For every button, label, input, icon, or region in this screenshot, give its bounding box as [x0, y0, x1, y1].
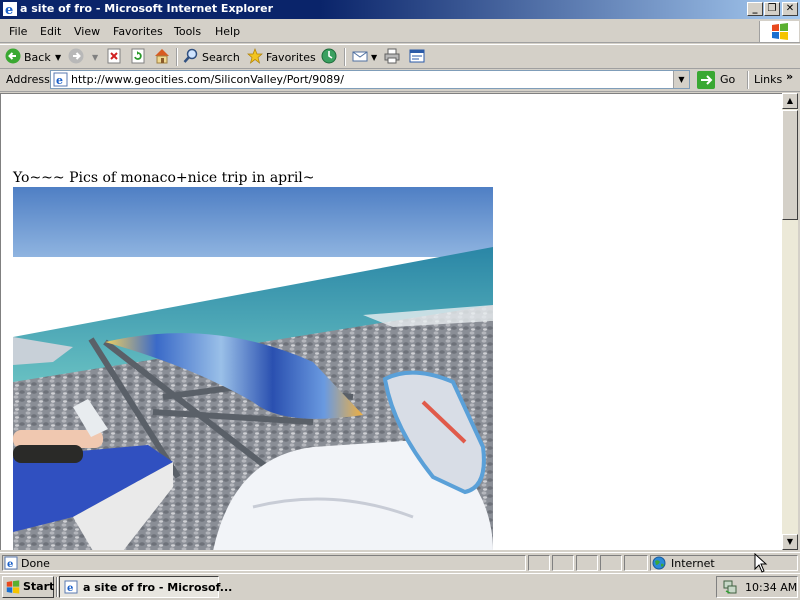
start-button[interactable]: Start [2, 576, 54, 598]
address-input[interactable]: e http://www.geocities.com/SiliconValley… [50, 70, 690, 89]
status-panel [552, 555, 574, 571]
globe-icon [652, 556, 666, 570]
address-label: Address [6, 73, 50, 86]
status-panel [576, 555, 598, 571]
standard-toolbar: Back ▼ ▼ Search Favorites ▼ [0, 44, 800, 69]
start-label: Start [23, 580, 55, 593]
status-panel [624, 555, 648, 571]
menu-file[interactable]: File [9, 25, 27, 38]
mail-icon[interactable] [352, 48, 368, 64]
zone-panel: Internet [650, 555, 798, 571]
address-dropdown-icon[interactable]: ▼ [673, 71, 689, 88]
status-panel [600, 555, 622, 571]
home-icon[interactable] [154, 48, 170, 64]
page-icon: e [53, 72, 68, 87]
windows-flag-icon [6, 580, 20, 594]
go-arrow-icon[interactable] [697, 71, 715, 89]
page-content: Yo~~~ Pics of monaco+nice trip in april~ [0, 93, 782, 550]
menu-view[interactable]: View [74, 25, 100, 38]
close-button[interactable]: ✕ [782, 2, 798, 16]
history-icon[interactable] [321, 48, 337, 64]
windows-flag-icon [772, 23, 788, 40]
go-button[interactable]: Go [720, 73, 735, 86]
status-bar: e Done Internet [0, 552, 800, 572]
menu-bar: File Edit View Favorites Tools Help [0, 20, 800, 43]
status-panel: e Done [2, 555, 526, 571]
address-bar: Address e http://www.geocities.com/Silic… [0, 69, 800, 92]
forward-dropdown-icon[interactable]: ▼ [92, 53, 98, 62]
links-chevron-icon[interactable]: » [786, 70, 793, 83]
taskbar-window-label: a site of fro - Microsof... [83, 581, 233, 594]
search-button[interactable]: Search [202, 51, 240, 64]
taskbar-separator [56, 577, 58, 597]
page-done-icon: e [4, 556, 18, 570]
svg-text:e: e [5, 3, 13, 16]
mouse-cursor-icon [754, 553, 768, 573]
links-button[interactable]: Links [754, 73, 782, 86]
menu-favorites[interactable]: Favorites [113, 25, 163, 38]
favorites-button[interactable]: Favorites [266, 51, 316, 64]
back-arrow-icon[interactable] [5, 48, 21, 64]
scroll-down-button[interactable]: ▼ [782, 534, 798, 550]
scroll-thumb[interactable] [782, 110, 798, 220]
svg-text:e: e [7, 559, 13, 570]
menu-tools[interactable]: Tools [174, 25, 201, 38]
toolbar-separator [747, 71, 749, 89]
favorites-star-icon[interactable] [247, 48, 263, 64]
status-text: Done [21, 557, 50, 570]
svg-text:e: e [67, 583, 73, 594]
back-button[interactable]: Back [24, 51, 51, 64]
refresh-icon[interactable] [130, 48, 146, 64]
page-heading-text: Yo~~~ Pics of monaco+nice trip in april~ [13, 170, 315, 186]
clock: 10:34 AM [745, 581, 798, 594]
maximize-button[interactable]: ❐ [764, 2, 780, 16]
menu-help[interactable]: Help [215, 25, 240, 38]
vertical-scrollbar[interactable]: ▲ ▼ [782, 93, 798, 550]
search-icon[interactable] [183, 48, 199, 64]
minimize-button[interactable]: _ [747, 2, 763, 16]
system-tray: 10:34 AM [716, 576, 798, 598]
forward-arrow-icon[interactable] [68, 48, 84, 64]
edit-page-icon[interactable] [409, 48, 425, 64]
address-url: http://www.geocities.com/SiliconValley/P… [71, 73, 344, 86]
mail-dropdown-icon[interactable]: ▼ [371, 53, 377, 62]
taskbar: Start e a site of fro - Microsof... 10:3… [0, 573, 800, 600]
svg-text:e: e [56, 74, 63, 87]
ie-icon: e [64, 580, 78, 594]
status-panel [528, 555, 550, 571]
toolbar-separator [176, 48, 178, 66]
ie-icon: e [3, 2, 17, 16]
menu-edit[interactable]: Edit [40, 25, 61, 38]
back-dropdown-icon[interactable]: ▼ [55, 53, 61, 62]
stop-icon[interactable] [106, 48, 122, 64]
print-icon[interactable] [384, 48, 400, 64]
windows-logo [759, 21, 799, 42]
taskbar-window-button[interactable]: e a site of fro - Microsof... [59, 576, 232, 598]
network-icon[interactable] [722, 579, 738, 595]
window-title: a site of fro - Microsoft Internet Explo… [20, 2, 274, 15]
scroll-up-button[interactable]: ▲ [782, 93, 798, 109]
title-bar[interactable]: e a site of fro - Microsoft Internet Exp… [0, 0, 800, 19]
zone-text: Internet [671, 557, 715, 570]
toolbar-separator [344, 48, 346, 66]
beach-photo [13, 187, 493, 550]
